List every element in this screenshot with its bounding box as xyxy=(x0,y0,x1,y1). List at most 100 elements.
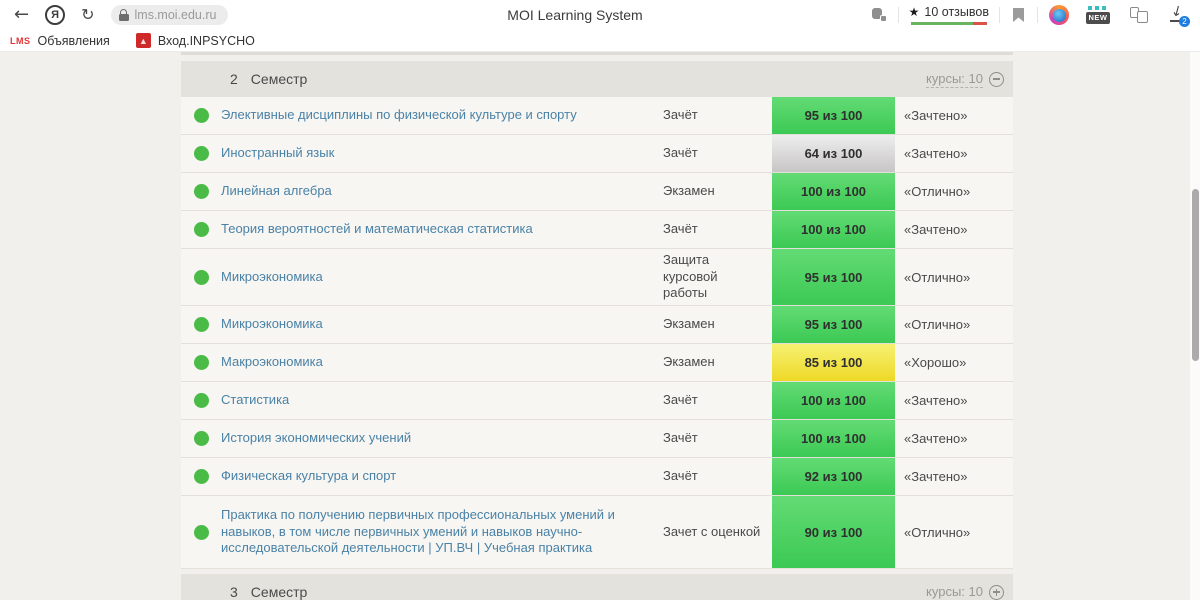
green-status-dot-icon xyxy=(193,269,209,285)
course-link[interactable]: Иностранный язык xyxy=(221,145,334,160)
score-badge: 95 из 100 xyxy=(772,306,895,343)
course-status-cell xyxy=(181,184,221,199)
course-link[interactable]: История экономических учений xyxy=(221,430,411,445)
course-status-cell xyxy=(181,393,221,408)
course-title-cell: Иностранный язык xyxy=(221,145,663,162)
new-badge-label: NEW xyxy=(1086,12,1110,24)
refresh-icon[interactable]: ↻ xyxy=(81,7,94,23)
course-status-cell xyxy=(181,431,221,446)
grade-text: «Зачтено» xyxy=(904,108,968,123)
course-status-cell xyxy=(181,269,221,285)
course-link[interactable]: Микроэкономика xyxy=(221,269,323,284)
table-row: Статистика Зачёт 100 из 100 «Зачтено» xyxy=(181,382,1013,420)
assessment-type: Зачёт xyxy=(663,430,698,446)
bookmark-item-announcements[interactable]: LMS Объявления xyxy=(10,34,110,48)
green-status-dot-icon xyxy=(193,355,209,370)
collapse-minus-icon[interactable] xyxy=(989,71,1004,87)
assessment-type: Экзамен xyxy=(663,183,715,199)
semester-3-header: 3 Семестр курсы: 10 xyxy=(181,574,1013,600)
scrollbar-track xyxy=(1190,52,1200,600)
semester-2-header: 2 Семестр курсы: 10 xyxy=(181,61,1013,97)
score-badge: 85 из 100 xyxy=(772,344,895,381)
score-badge: 92 из 100 xyxy=(772,458,895,495)
course-title-cell: Микроэкономика xyxy=(221,269,663,286)
page-content: 2 Семестр курсы: 10 Элективные дисциплин… xyxy=(0,52,1200,600)
assessment-type: Зачёт xyxy=(663,392,698,408)
green-status-dot-icon xyxy=(193,222,209,237)
course-title-cell: Макроэкономика xyxy=(221,354,663,371)
course-title-cell: Физическая культура и спорт xyxy=(221,468,663,485)
inpsycho-logo-icon: ▲ xyxy=(135,33,151,48)
grade-text: «Зачтено» xyxy=(904,222,968,237)
side-panels-icon[interactable] xyxy=(1130,7,1148,23)
green-status-dot-icon xyxy=(193,317,209,332)
table-row: Линейная алгебра Экзамен 100 из 100 «Отличн… xyxy=(181,173,1013,211)
assessment-type: Зачёт xyxy=(663,145,698,161)
assessment-type: Экзамен xyxy=(663,354,715,370)
toolbar-separator xyxy=(1037,7,1038,23)
expand-plus-icon[interactable] xyxy=(989,584,1004,600)
score-badge: 100 из 100 xyxy=(772,173,895,210)
table-row: Теория вероятностей и математическая ста… xyxy=(181,211,1013,249)
course-link[interactable]: Практика по получению первичных професси… xyxy=(221,507,615,556)
browser-toolbar: ← Я ↻ lms.moi.edu.ru MOI Learning System… xyxy=(0,0,1200,30)
address-bar[interactable]: lms.moi.edu.ru xyxy=(110,5,229,25)
grade-text: «Зачтено» xyxy=(904,469,968,484)
site-reviews-button[interactable]: ★ 10 отзывов xyxy=(909,5,989,25)
assessment-type: Зачёт xyxy=(663,107,698,123)
score-badge: 64 из 100 xyxy=(772,135,895,172)
green-status-dot-icon xyxy=(193,469,209,484)
protect-icon[interactable] xyxy=(871,8,887,22)
grade-text: «Зачтено» xyxy=(904,146,968,161)
downloads-icon[interactable]: ↓ 2 xyxy=(1168,3,1190,27)
course-status-cell xyxy=(181,524,221,540)
course-link[interactable]: Элективные дисциплины по физической куль… xyxy=(221,107,577,122)
toolbar-separator xyxy=(897,7,899,23)
score-badge: 95 из 100 xyxy=(772,97,895,134)
previous-section-edge xyxy=(181,52,1013,55)
green-status-dot-icon xyxy=(193,108,209,123)
courses-count-link[interactable]: курсы: 10 xyxy=(926,71,983,88)
lock-icon xyxy=(118,9,129,21)
courses-count-link[interactable]: курсы: 10 xyxy=(926,584,983,600)
url-text: lms.moi.edu.ru xyxy=(134,8,217,22)
table-row: Микроэкономика Защита курсовой работы 95 и… xyxy=(181,249,1013,306)
semester-2-collapse-button[interactable]: курсы: 10 xyxy=(926,71,1004,88)
course-link[interactable]: Статистика xyxy=(221,392,289,407)
course-title-cell: Микроэкономика xyxy=(221,316,663,333)
bookmark-icon[interactable] xyxy=(1013,8,1024,22)
course-title-cell: Линейная алгебра xyxy=(221,183,663,200)
scrollbar-thumb[interactable] xyxy=(1191,189,1199,361)
course-status-cell xyxy=(181,222,221,237)
course-status-cell xyxy=(181,317,221,332)
bookmark-item-inpsycho-login[interactable]: ▲ Вход.INPSYCHO xyxy=(135,33,255,48)
page-title: MOI Learning System xyxy=(507,7,643,23)
yandex-browser-icon[interactable]: Я xyxy=(45,5,66,25)
table-row: Микроэкономика Экзамен 95 из 100 «Отлично» xyxy=(181,306,1013,344)
assessment-type: Экзамен xyxy=(663,316,715,332)
downloads-count-badge: 2 xyxy=(1179,16,1190,27)
course-link[interactable]: Физическая культура и спорт xyxy=(221,468,396,483)
course-title-cell: Статистика xyxy=(221,392,663,409)
back-icon[interactable]: ← xyxy=(14,6,29,24)
grade-text: «Отлично» xyxy=(904,317,971,332)
extension-circle-icon[interactable] xyxy=(1049,5,1069,25)
course-link[interactable]: Теория вероятностей и математическая ста… xyxy=(221,221,533,236)
green-status-dot-icon xyxy=(193,431,209,446)
green-status-dot-icon xyxy=(193,393,209,408)
extension-new-icon[interactable]: NEW xyxy=(1086,6,1110,24)
course-status-cell xyxy=(181,108,221,123)
course-status-cell xyxy=(181,355,221,370)
score-badge: 100 из 100 xyxy=(772,420,895,457)
table-row: Иностранный язык Зачёт 64 из 100 «Зачтено» xyxy=(181,135,1013,173)
assessment-type: Зачёт xyxy=(663,221,698,237)
course-link[interactable]: Линейная алгебра xyxy=(221,183,332,198)
grade-text: «Хорошо» xyxy=(904,355,967,370)
table-row: Элективные дисциплины по физической куль… xyxy=(181,97,1013,135)
course-link[interactable]: Макроэкономика xyxy=(221,354,323,369)
semester-3-expand-button[interactable]: курсы: 10 xyxy=(926,584,1004,600)
reviews-rating-bar xyxy=(910,22,987,25)
course-rows: Элективные дисциплины по физической куль… xyxy=(181,97,1013,569)
course-link[interactable]: Микроэкономика xyxy=(221,316,323,331)
toolbar-separator xyxy=(999,7,1000,23)
